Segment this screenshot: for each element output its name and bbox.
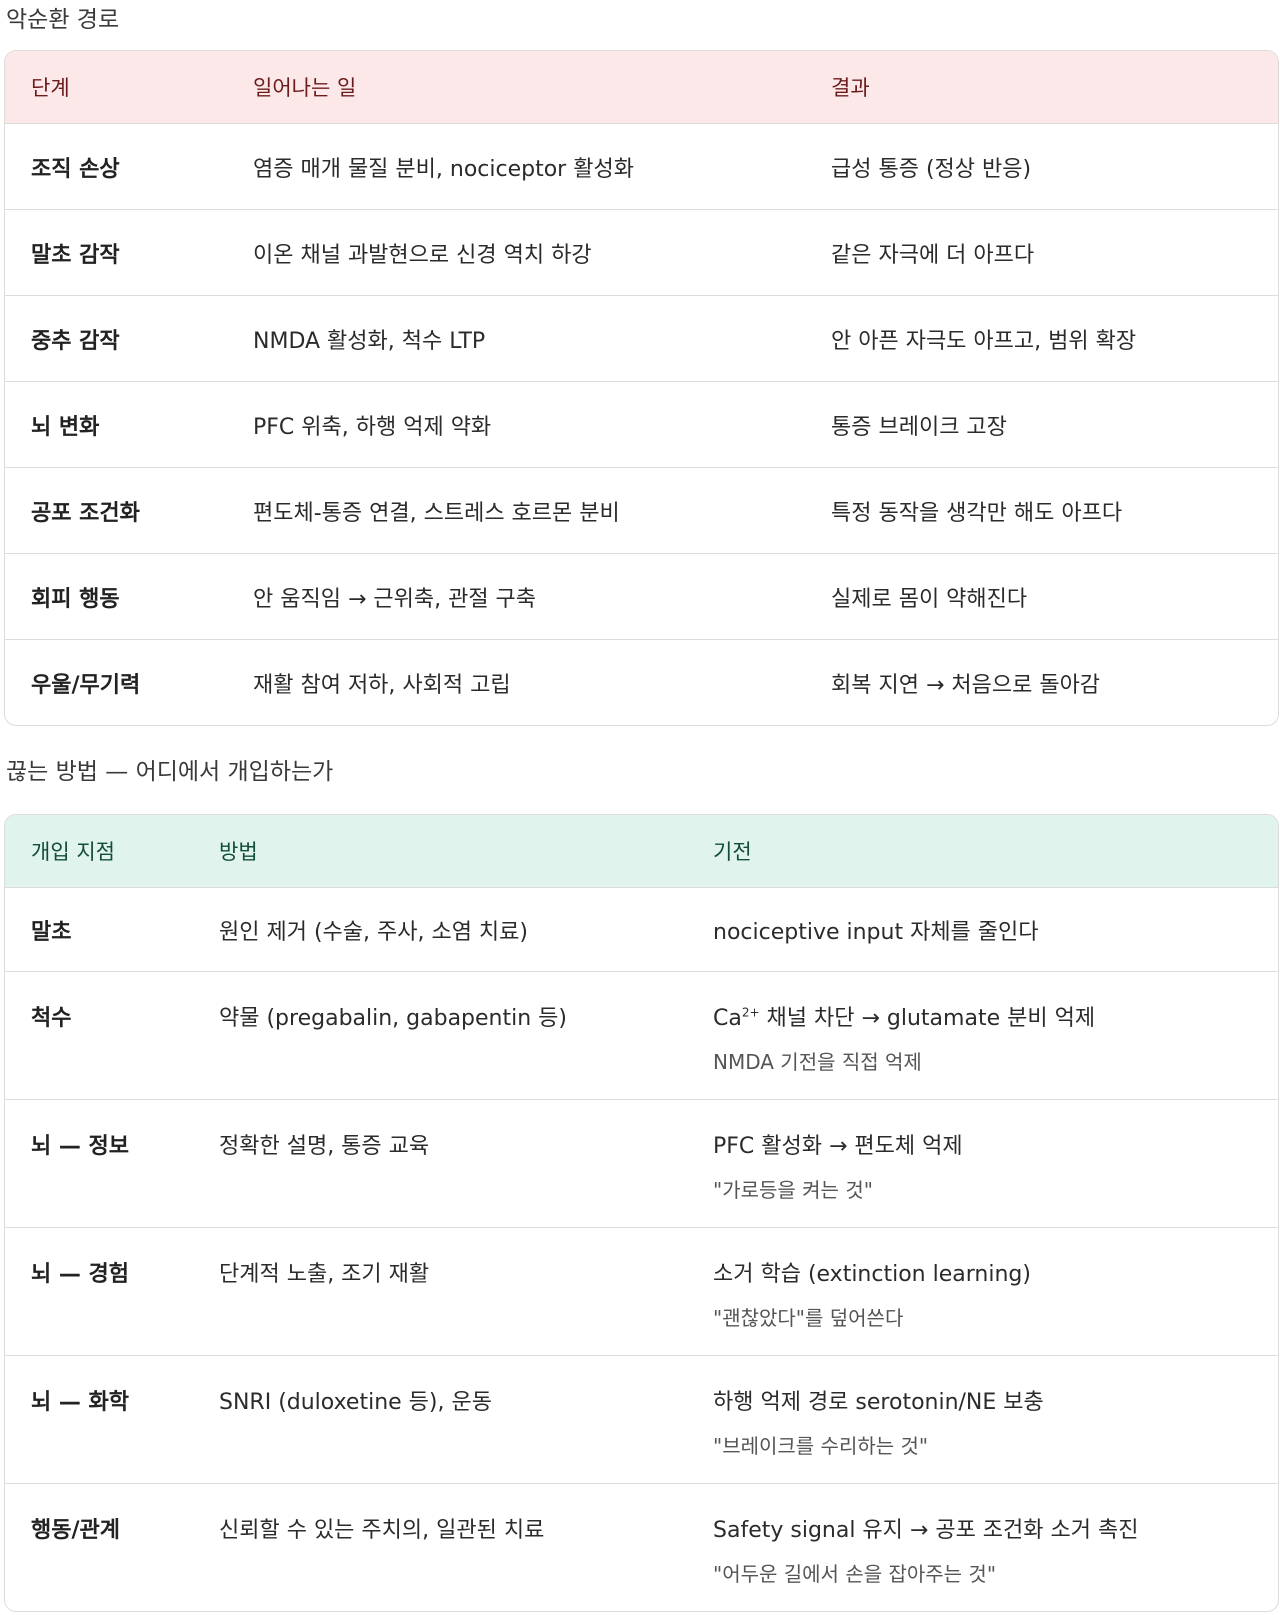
result-cell: 급성 통증 (정상 반응) [831,156,1032,182]
method-cell: SNRI (duloxetine 등), 운동 [219,1390,492,1415]
table-row: 뇌 — 경험 단계적 노출, 조기 재활 소거 학습 (extinction l… [5,1227,1278,1355]
result-cell: 같은 자극에 더 아프다 [831,242,1035,268]
table-header-row: 단계 일어나는 일 결과 [5,51,1278,123]
method-cell: 신뢰할 수 있는 주치의, 일관된 치료 [219,1518,545,1543]
point-cell: 행동/관계 [31,1518,120,1543]
table-row: 조직 손상 염증 매개 물질 분비, nociceptor 활성화 급성 통증 … [5,123,1278,209]
stage-cell: 조직 손상 [31,156,120,182]
vicious-cycle-table: 단계 일어나는 일 결과 조직 손상 염증 매개 물질 분비, nocicept… [4,50,1279,726]
table-row: 공포 조건화 편도체-통증 연결, 스트레스 호르몬 분비 특정 동작을 생각만… [5,467,1278,553]
table-header-row: 개입 지점 방법 기전 [5,815,1278,887]
method-cell: 약물 (pregabalin, gabapentin 등) [219,1006,567,1031]
header-intervention-point: 개입 지점 [31,840,115,864]
mechanism-text: Ca2+ 채널 차단 → glutamate 분비 억제 [713,1006,1095,1031]
page: 악순환 경로 단계 일어나는 일 결과 조직 손상 염증 매개 물질 분비, n… [0,0,1280,1612]
stage-cell: 말초 감작 [31,242,120,268]
mechanism-cell: 소거 학습 (extinction learning) "괜찮았다"를 덮어쓴다 [687,1256,1277,1331]
stage-cell: 공포 조건화 [31,500,140,526]
mechanism-text: PFC 활성화 → 편도체 억제 [713,1134,963,1159]
table-row: 말초 원인 제거 (수술, 주사, 소염 치료) nociceptive inp… [5,887,1278,971]
what-cell: 염증 매개 물질 분비, nociceptor 활성화 [253,156,634,182]
result-cell: 통증 브레이크 고장 [831,414,1007,440]
table-row: 척수 약물 (pregabalin, gabapentin 등) Ca2+ 채널… [5,971,1278,1099]
mechanism-cell: PFC 활성화 → 편도체 억제 "가로등을 켜는 것" [687,1128,1277,1203]
mechanism-cell: nociceptive input 자체를 줄인다 [687,914,1277,946]
result-cell: 회복 지연 → 처음으로 돌아감 [831,672,1101,698]
method-cell: 단계적 노출, 조기 재활 [219,1262,430,1287]
table-row: 중추 감작 NMDA 활성화, 척수 LTP 안 아픈 자극도 아프고, 범위 … [5,295,1278,381]
method-cell: 원인 제거 (수술, 주사, 소염 치료) [219,919,528,945]
table-row: 말초 감작 이온 채널 과발현으로 신경 역치 하강 같은 자극에 더 아프다 [5,209,1278,295]
mechanism-text: Safety signal 유지 → 공포 조건화 소거 촉진 [713,1518,1139,1543]
what-cell: NMDA 활성화, 척수 LTP [253,328,486,354]
stage-cell: 우울/무기력 [31,672,141,698]
point-cell: 뇌 — 정보 [31,1134,130,1159]
mechanism-text-ca: Ca [713,1006,742,1031]
table-row: 우울/무기력 재활 참여 저하, 사회적 고립 회복 지연 → 처음으로 돌아감 [5,639,1278,725]
point-cell: 뇌 — 화학 [31,1390,130,1415]
mechanism-text: 소거 학습 (extinction learning) [713,1262,1031,1287]
mechanism-cell: 하행 억제 경로 serotonin/NE 보충 "브레이크를 수리하는 것" [687,1384,1277,1459]
intervention-table: 개입 지점 방법 기전 말초 원인 제거 (수술, 주사, 소염 치료) noc… [4,814,1279,1612]
mechanism-note: NMDA 기전을 직접 억제 [713,1050,922,1074]
result-cell: 안 아픈 자극도 아프고, 범위 확장 [831,328,1137,354]
stage-cell: 중추 감작 [31,328,120,354]
result-cell: 특정 동작을 생각만 해도 아프다 [831,500,1123,526]
point-cell: 척수 [31,1006,72,1031]
header-what-happens: 일어나는 일 [253,76,357,100]
header-stage: 단계 [31,76,70,100]
what-cell: 이온 채널 과발현으로 신경 역치 하강 [253,242,592,268]
header-result: 결과 [831,76,870,100]
point-cell: 말초 [31,919,72,945]
what-cell: 안 움직임 → 근위축, 관절 구축 [253,586,537,612]
table-row: 행동/관계 신뢰할 수 있는 주치의, 일관된 치료 Safety signal… [5,1483,1278,1611]
mechanism-cell: Ca2+ 채널 차단 → glutamate 분비 억제 NMDA 기전을 직접… [687,1000,1277,1075]
mechanism-note: "브레이크를 수리하는 것" [713,1434,929,1458]
mechanism-note: "괜찮았다"를 덮어쓴다 [713,1306,904,1330]
section-title-vicious-cycle: 악순환 경로 [6,7,120,33]
result-cell: 실제로 몸이 약해진다 [831,586,1028,612]
mechanism-text-rest: 채널 차단 → glutamate 분비 억제 [759,1006,1096,1031]
mechanism-note: "어두운 길에서 손을 잡아주는 것" [713,1562,997,1586]
what-cell: 편도체-통증 연결, 스트레스 호르몬 분비 [253,500,620,526]
what-cell: PFC 위축, 하행 억제 약화 [253,414,492,440]
table-row: 뇌 변화 PFC 위축, 하행 억제 약화 통증 브레이크 고장 [5,381,1278,467]
mechanism-text: nociceptive input 자체를 줄인다 [713,919,1039,945]
what-cell: 재활 참여 저하, 사회적 고립 [253,672,511,698]
point-cell: 뇌 — 경험 [31,1262,130,1287]
header-mechanism: 기전 [713,840,752,864]
table-row: 뇌 — 정보 정확한 설명, 통증 교육 PFC 활성화 → 편도체 억제 "가… [5,1099,1278,1227]
stage-cell: 뇌 변화 [31,414,100,440]
method-cell: 정확한 설명, 통증 교육 [219,1134,430,1159]
mechanism-superscript: 2+ [741,1005,760,1020]
mechanism-note: "가로등을 켜는 것" [713,1178,873,1202]
section-title-intervention: 끊는 방법 — 어디에서 개입하는가 [6,759,334,785]
stage-cell: 회피 행동 [31,586,120,612]
mechanism-cell: Safety signal 유지 → 공포 조건화 소거 촉진 "어두운 길에서… [687,1512,1277,1587]
table-row: 뇌 — 화학 SNRI (duloxetine 등), 운동 하행 억제 경로 … [5,1355,1278,1483]
header-method: 방법 [219,840,258,864]
mechanism-text: 하행 억제 경로 serotonin/NE 보충 [713,1390,1044,1415]
table-row: 회피 행동 안 움직임 → 근위축, 관절 구축 실제로 몸이 약해진다 [5,553,1278,639]
